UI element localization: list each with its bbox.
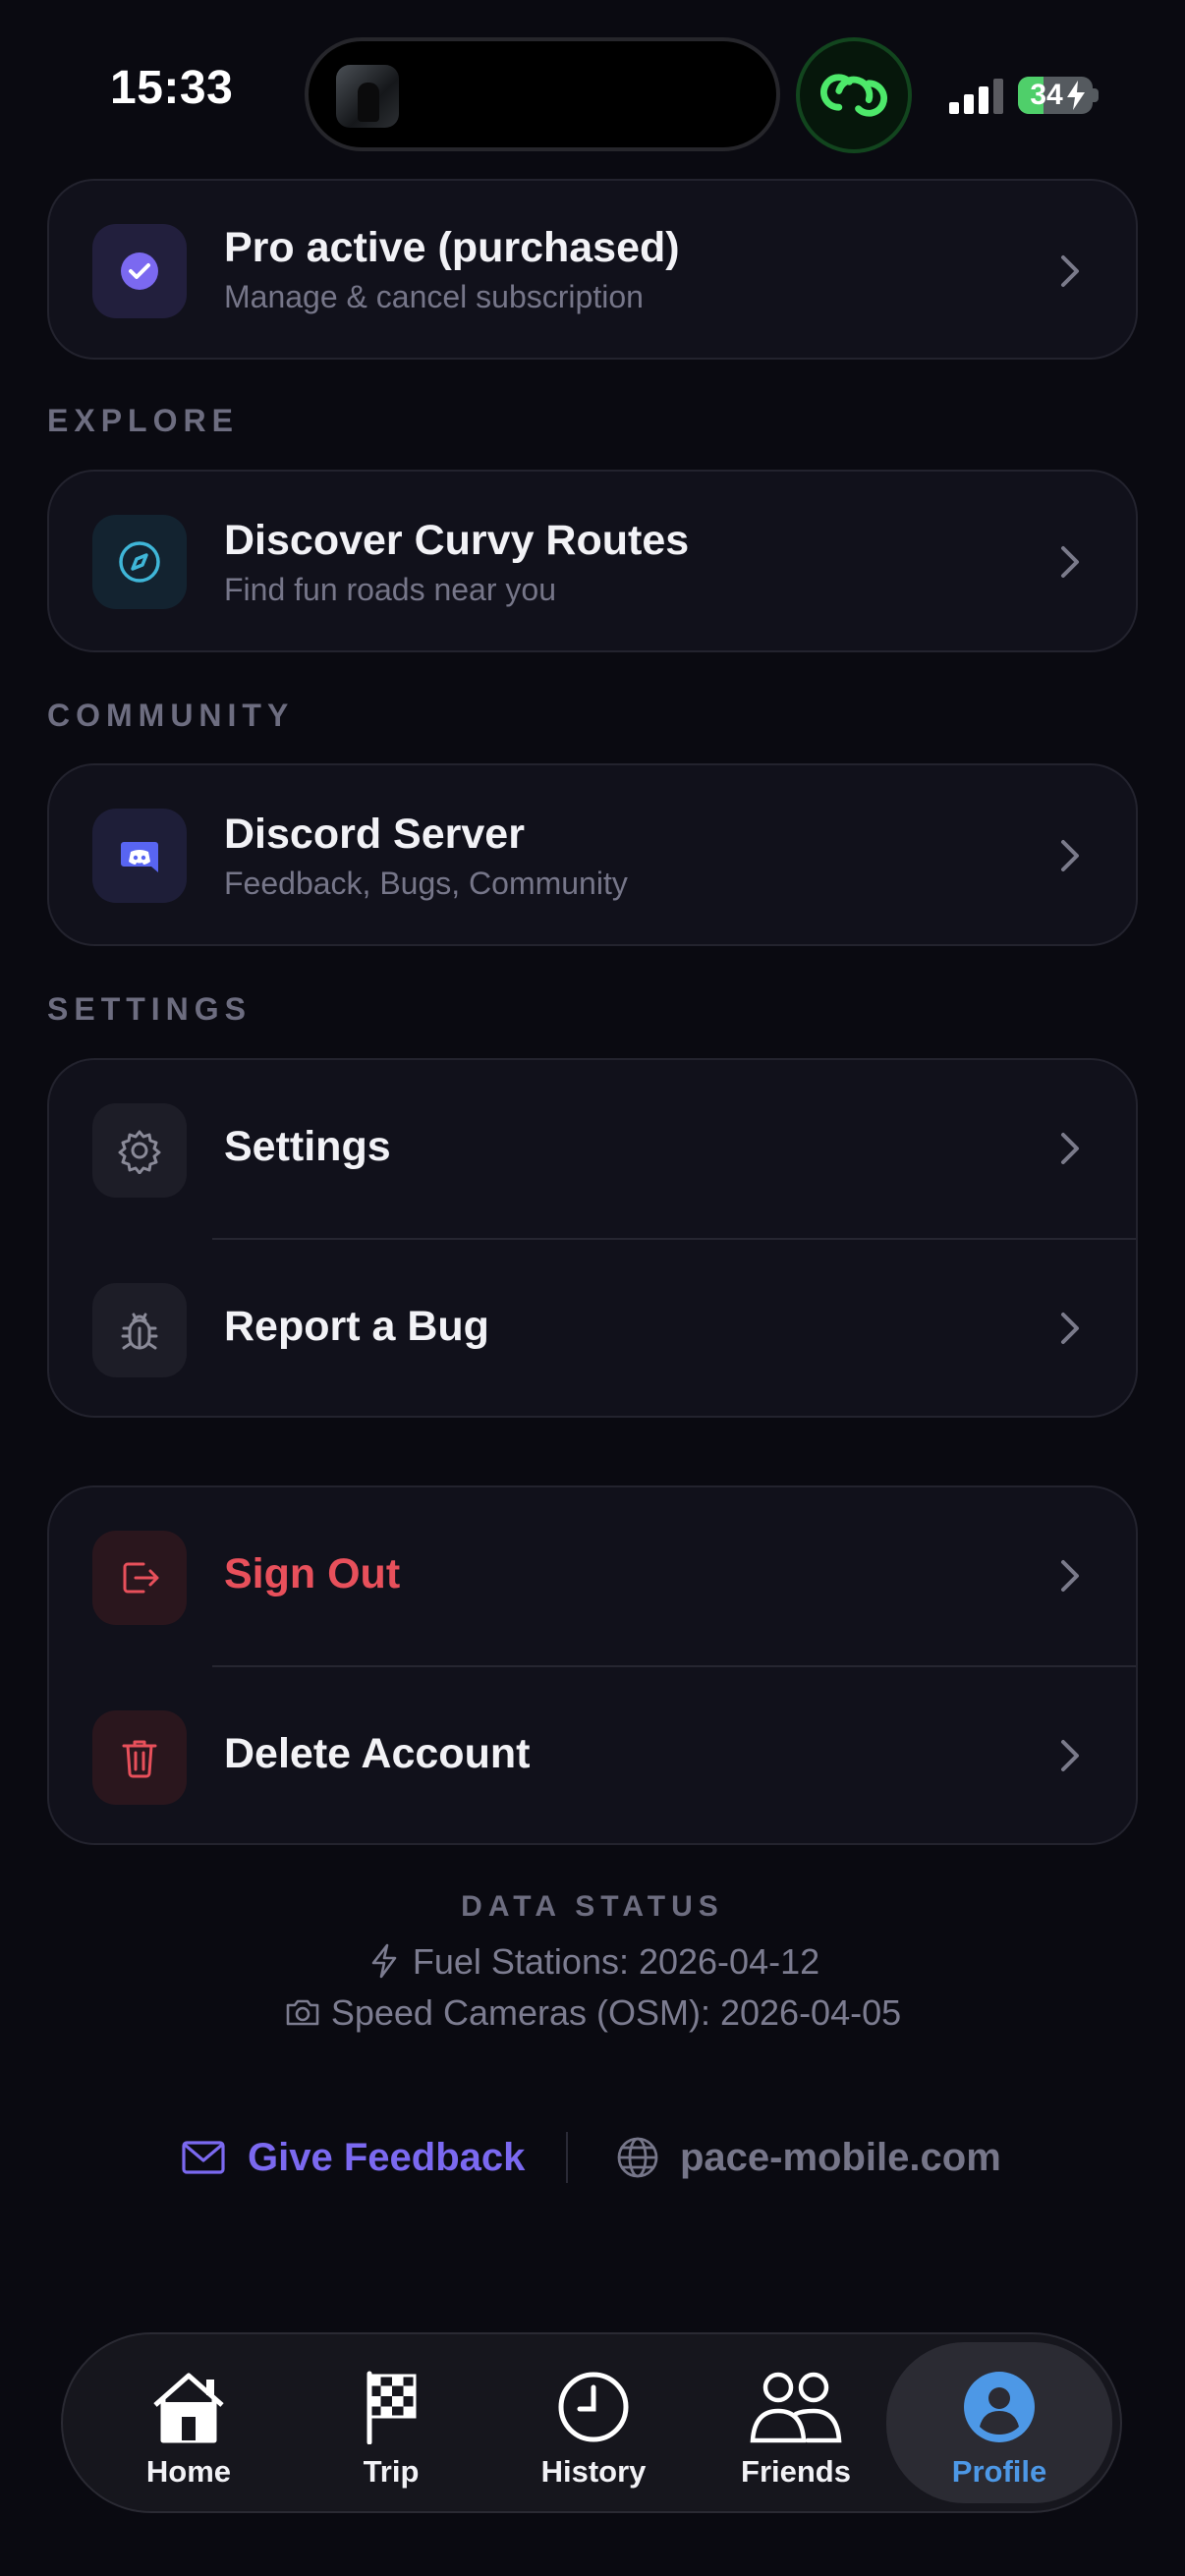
- give-feedback-link[interactable]: Give Feedback: [181, 2130, 525, 2185]
- tab-bar: Home Trip History Friends Profile: [61, 2332, 1122, 2513]
- tab-trip[interactable]: Trip: [293, 2334, 489, 2511]
- friends-icon: [750, 2372, 842, 2443]
- discord-title: Discord Server: [224, 811, 525, 858]
- trash-icon: [122, 1740, 157, 1778]
- data-status-heading: DATA STATUS: [461, 1890, 724, 1923]
- delete-account-row[interactable]: Delete Account: [49, 1667, 1136, 1844]
- charging-bolt-icon: [1067, 81, 1085, 110]
- chevron-right-icon: [1061, 546, 1079, 578]
- home-icon: [153, 2373, 224, 2443]
- sign-out-icon-box: [92, 1531, 187, 1625]
- report-bug-title: Report a Bug: [224, 1303, 489, 1350]
- status-time: 15:33: [110, 62, 234, 114]
- tab-home[interactable]: Home: [90, 2334, 287, 2511]
- fuel-stations-status: Fuel Stations: 2026-04-12: [0, 1941, 1185, 1983]
- mail-icon: [182, 2141, 225, 2174]
- explore-subtitle: Find fun roads near you: [224, 572, 556, 607]
- tab-friends[interactable]: Friends: [698, 2334, 894, 2511]
- settings-row[interactable]: Settings: [49, 1060, 1136, 1237]
- sign-out-icon: [123, 1562, 159, 1594]
- tab-friends-label: Friends: [741, 2454, 851, 2489]
- settings-icon-box: [92, 1103, 187, 1198]
- pro-badge: [92, 224, 187, 318]
- website-label: pace-mobile.com: [680, 2135, 1001, 2179]
- website-link[interactable]: pace-mobile.com: [615, 2130, 1001, 2185]
- tab-home-label: Home: [145, 2454, 232, 2489]
- gear-icon: [118, 1130, 161, 1174]
- settings-title: Settings: [224, 1123, 391, 1170]
- discord-subtitle: Feedback, Bugs, Community: [224, 866, 628, 901]
- pro-subtitle: Manage & cancel subscription: [224, 279, 644, 314]
- tab-trip-label: Trip: [363, 2454, 420, 2489]
- community-card[interactable]: Discord Server Feedback, Bugs, Community: [47, 763, 1138, 946]
- tab-history-label: History: [540, 2454, 647, 2489]
- lightning-icon: [371, 1943, 397, 1979]
- battery-icon: 34: [1018, 77, 1093, 114]
- tab-history[interactable]: History: [495, 2334, 692, 2511]
- speed-cameras-status: Speed Cameras (OSM): 2026-04-05: [0, 1992, 1185, 2034]
- chevron-right-icon: [1061, 255, 1079, 287]
- account-card: Sign Out Delete Account: [47, 1485, 1138, 1845]
- chevron-right-icon: [1061, 1740, 1079, 1771]
- sign-out-title: Sign Out: [224, 1550, 401, 1597]
- section-explore: EXPLORE: [47, 403, 239, 438]
- fuel-stations-text: Fuel Stations: 2026-04-12: [412, 1941, 820, 1982]
- settings-card: Settings Report a Bug: [47, 1058, 1138, 1418]
- tab-profile[interactable]: Profile: [886, 2342, 1112, 2503]
- check-circle-icon: [121, 252, 158, 290]
- discord-icon: [121, 842, 158, 872]
- speed-cameras-text: Speed Cameras (OSM): 2026-04-05: [330, 1992, 902, 2033]
- compass-icon: [119, 541, 160, 583]
- pro-title: Pro active (purchased): [224, 224, 680, 271]
- signal-icon: [949, 79, 1003, 114]
- dynamic-island[interactable]: [305, 37, 780, 151]
- profile-icon: [964, 2372, 1035, 2442]
- camera-icon: [286, 1999, 319, 2026]
- explore-title: Discover Curvy Routes: [224, 517, 690, 564]
- section-settings: SETTINGS: [47, 991, 253, 1027]
- pro-subscription-card[interactable]: Pro active (purchased) Manage & cancel s…: [47, 179, 1138, 360]
- link-icon[interactable]: [796, 37, 912, 153]
- discord-icon-box: [92, 809, 187, 903]
- globe-icon: [617, 2137, 658, 2178]
- report-bug-row[interactable]: Report a Bug: [49, 1240, 1136, 1417]
- chevron-right-icon: [1061, 1313, 1079, 1344]
- explore-icon-box: [92, 515, 187, 609]
- now-playing-artwork[interactable]: [336, 65, 399, 128]
- checkered-flag-icon: [367, 2371, 417, 2444]
- chevron-right-icon: [1061, 840, 1079, 871]
- explore-card[interactable]: Discover Curvy Routes Find fun roads nea…: [47, 470, 1138, 652]
- trash-icon-box: [92, 1710, 187, 1805]
- tab-profile-label: Profile: [951, 2454, 1047, 2489]
- clock-icon: [558, 2372, 629, 2442]
- give-feedback-label: Give Feedback: [248, 2135, 526, 2179]
- chevron-right-icon: [1061, 1560, 1079, 1592]
- bug-icon: [121, 1313, 158, 1350]
- sign-out-row[interactable]: Sign Out: [49, 1487, 1136, 1664]
- footer-divider: [566, 2132, 568, 2183]
- delete-account-title: Delete Account: [224, 1730, 531, 1777]
- section-community: COMMUNITY: [47, 698, 295, 733]
- battery-cap: [1093, 88, 1099, 102]
- chevron-right-icon: [1061, 1133, 1079, 1164]
- bug-icon-box: [92, 1283, 187, 1377]
